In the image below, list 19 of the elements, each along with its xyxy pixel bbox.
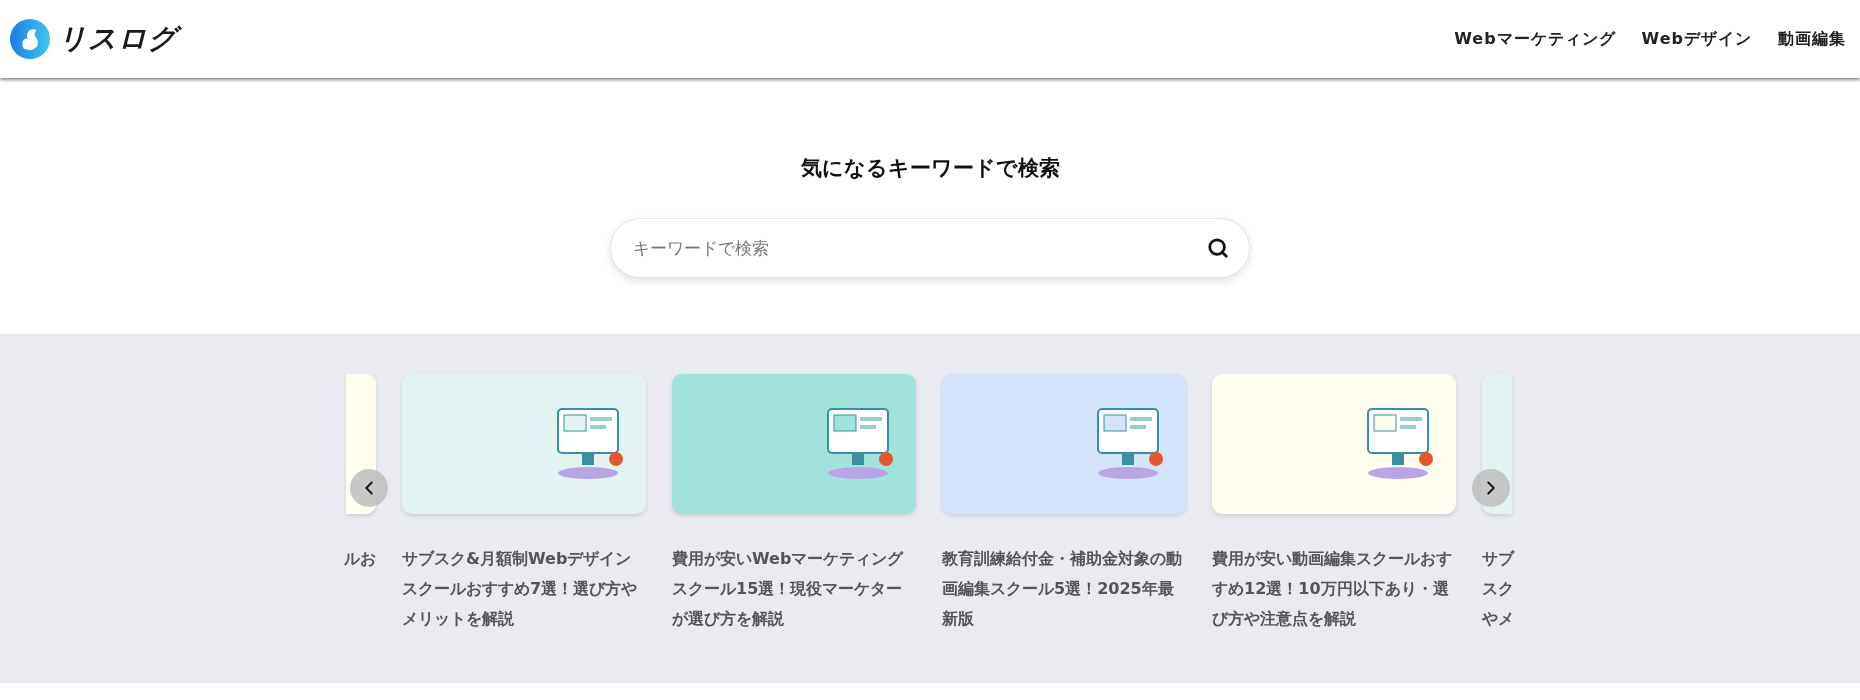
search-input[interactable]: キーワードで検索 <box>631 237 1207 259</box>
article-thumbnail[interactable] <box>672 374 916 514</box>
article-thumbnail[interactable] <box>942 374 1186 514</box>
article-title[interactable]: 費用が安いWebマーケティングスクール15選！現役マーケターが選び方を解説 <box>672 544 916 634</box>
nav-link[interactable]: Webマーケティング <box>1454 28 1616 50</box>
article-thumbnail[interactable] <box>1212 374 1456 514</box>
previous-button[interactable] <box>350 469 388 507</box>
article-thumbnail[interactable] <box>402 374 646 514</box>
nav-link[interactable]: 動画編集 <box>1778 28 1846 50</box>
article-title[interactable]: サブスクやメ <box>1482 544 1518 634</box>
next-button[interactable] <box>1472 469 1510 507</box>
search-field[interactable]: キーワードで検索 <box>610 218 1250 278</box>
article-title[interactable]: 教育訓練給付金・補助金対象の動画編集スクール5選！2025年最新版 <box>942 544 1186 634</box>
article-title[interactable]: サブスク&月額制Webデザインスクールおすすめ7選！選び方やメリットを解説 <box>402 544 646 634</box>
article-title[interactable]: 費用が安い動画編集スクールおすすめ12選！10万円以下あり・選び方や注意点を解説 <box>1212 544 1456 634</box>
article-title[interactable]: ルお <box>340 544 376 574</box>
nav-link[interactable]: Webデザイン <box>1641 28 1752 50</box>
search-heading: 気になるキーワードで検索 <box>800 155 1060 182</box>
search-icon[interactable] <box>1207 237 1229 259</box>
